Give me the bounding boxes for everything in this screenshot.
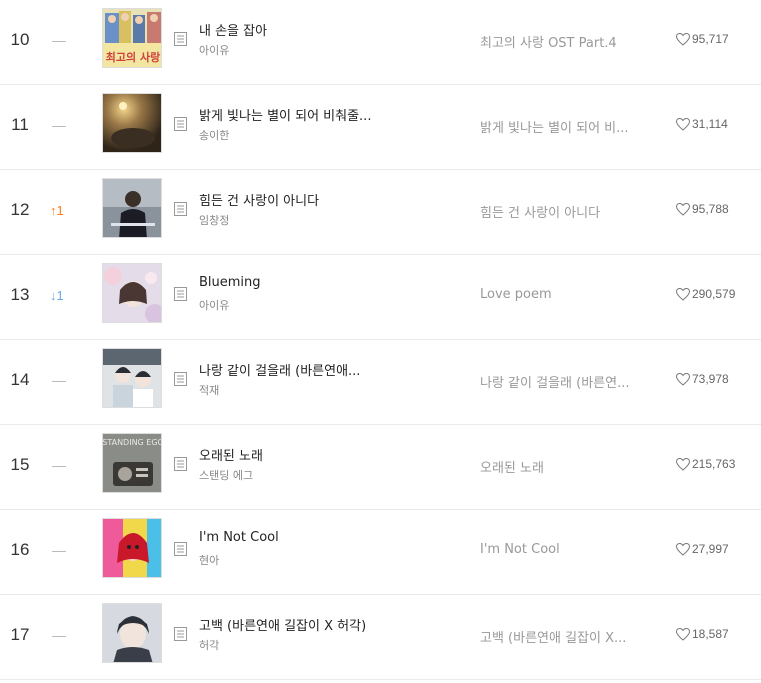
rank-change-none (50, 118, 80, 133)
song-title[interactable]: 밝게 빛나는 별이 되어 비춰줄... (199, 105, 409, 124)
album-art[interactable]: STANDING EGG (102, 433, 162, 493)
table-row: 12 ↑1 힘든 건 사랑이 아니다 임창정 힘든 건 사랑이 아니다 95,7… (0, 170, 761, 255)
album-art[interactable] (102, 178, 162, 238)
song-title[interactable]: 힘든 건 사랑이 아니다 (199, 190, 409, 209)
table-row: 15 STANDING EGG 오래된 노래 스탠딩 에그 오래된 노래 215… (0, 425, 761, 510)
rank-number: 16 (10, 540, 30, 559)
heart-icon (676, 32, 690, 46)
album-name[interactable]: 힘든 건 사랑이 아니다 (480, 202, 655, 221)
rank-number: 12 (10, 200, 30, 219)
album-art[interactable] (102, 603, 162, 663)
rank-number: 17 (10, 625, 30, 644)
song-title[interactable]: 고백 (바른연애 길잡이 X 허각) (199, 615, 409, 634)
table-row: 17 고백 (바른연애 길잡이 X 허각) 허각 고백 (바른연애 길잡이 X.… (0, 595, 761, 680)
chart-list: 10 최고의 사랑 내 손을 잡아 아이유 최고의 사랑 OST Part.4 (0, 0, 761, 680)
album-art[interactable] (102, 263, 162, 323)
lyrics-icon[interactable] (174, 371, 187, 386)
song-title[interactable]: I'm Not Cool (199, 530, 409, 545)
like-count: 215,763 (692, 457, 736, 471)
lyrics-icon[interactable] (174, 201, 187, 216)
lyrics-icon[interactable] (174, 541, 187, 556)
heart-icon (676, 627, 690, 641)
like-count: 31,114 (692, 117, 728, 131)
table-row: 16 I'm Not Cool 현아 I'm Not Cool 27,997 (0, 510, 761, 595)
artist-name[interactable]: 임창정 (199, 212, 229, 228)
table-row: 10 최고의 사랑 내 손을 잡아 아이유 최고의 사랑 OST Part.4 (0, 0, 761, 85)
artist-name[interactable]: 스탠딩 에그 (199, 467, 253, 483)
heart-icon (676, 372, 690, 386)
rank-change-none (50, 33, 80, 48)
artist-name[interactable]: 송이한 (199, 127, 229, 143)
artist-name[interactable]: 적재 (199, 382, 219, 398)
rank-number: 11 (11, 115, 29, 134)
song-title[interactable]: 나랑 같이 걸을래 (바른연애... (199, 360, 409, 379)
album-name[interactable]: Love poem (480, 287, 655, 302)
like-button[interactable]: 95,717 (676, 32, 729, 46)
lyrics-icon[interactable] (174, 626, 187, 641)
rank-change-down: ↓1 (50, 288, 64, 303)
like-count: 290,579 (692, 287, 736, 301)
rank-change-none (50, 543, 80, 558)
svg-text:STANDING EGG: STANDING EGG (103, 438, 162, 447)
like-button[interactable]: 95,788 (676, 202, 729, 216)
like-count: 27,997 (692, 542, 729, 556)
like-button[interactable]: 31,114 (676, 117, 728, 131)
like-button[interactable]: 73,978 (676, 372, 729, 386)
like-button[interactable]: 290,579 (676, 287, 735, 301)
album-name[interactable]: 오래된 노래 (480, 457, 655, 476)
table-row: 11 밝게 빛나는 별이 되어 비춰줄... 송이한 밝게 빛나는 별이 되어 … (0, 85, 761, 170)
artist-name[interactable]: 아이유 (199, 42, 229, 58)
album-art[interactable] (102, 93, 162, 153)
like-button[interactable]: 27,997 (676, 542, 729, 556)
album-art[interactable]: 최고의 사랑 (102, 8, 162, 68)
rank-change-none (50, 458, 80, 473)
heart-icon (676, 117, 690, 131)
song-title[interactable]: 오래된 노래 (199, 445, 409, 464)
song-title[interactable]: Blueming (199, 275, 409, 290)
table-row: 13 ↓1 Blueming 아이유 Love poem 290,579 (0, 255, 761, 340)
rank-number: 15 (10, 455, 30, 474)
lyrics-icon[interactable] (174, 116, 187, 131)
song-title[interactable]: 내 손을 잡아 (199, 20, 409, 39)
svg-text:최고의 사랑: 최고의 사랑 (106, 50, 160, 64)
artist-name[interactable]: 허각 (199, 637, 219, 653)
rank-change-none (50, 628, 80, 643)
artist-name[interactable]: 아이유 (199, 297, 229, 313)
heart-icon (676, 457, 690, 471)
album-name[interactable]: 최고의 사랑 OST Part.4 (480, 32, 655, 51)
album-art[interactable] (102, 348, 162, 408)
heart-icon (676, 287, 690, 301)
like-button[interactable]: 215,763 (676, 457, 735, 471)
lyrics-icon[interactable] (174, 456, 187, 471)
like-count: 95,717 (692, 32, 729, 46)
like-count: 95,788 (692, 202, 729, 216)
album-name[interactable]: 고백 (바른연애 길잡이 X... (480, 627, 655, 646)
rank-change-up: ↑1 (50, 203, 64, 218)
lyrics-icon[interactable] (174, 31, 187, 46)
like-count: 73,978 (692, 372, 729, 386)
artist-name[interactable]: 현아 (199, 552, 219, 568)
like-button[interactable]: 18,587 (676, 627, 729, 641)
heart-icon (676, 542, 690, 556)
heart-icon (676, 202, 690, 216)
rank-number: 14 (10, 370, 30, 389)
lyrics-icon[interactable] (174, 286, 187, 301)
rank-number: 13 (10, 285, 30, 304)
album-art[interactable] (102, 518, 162, 578)
table-row: 14 나랑 같이 걸을래 (바른연애... 적재 나랑 같이 걸을래 (바른연.… (0, 340, 761, 425)
rank-change-none (50, 373, 80, 388)
rank-number: 10 (10, 30, 30, 49)
album-name[interactable]: 밝게 빛나는 별이 되어 비... (480, 117, 655, 136)
album-name[interactable]: I'm Not Cool (480, 542, 655, 557)
album-name[interactable]: 나랑 같이 걸을래 (바른연... (480, 372, 655, 391)
like-count: 18,587 (692, 627, 729, 641)
